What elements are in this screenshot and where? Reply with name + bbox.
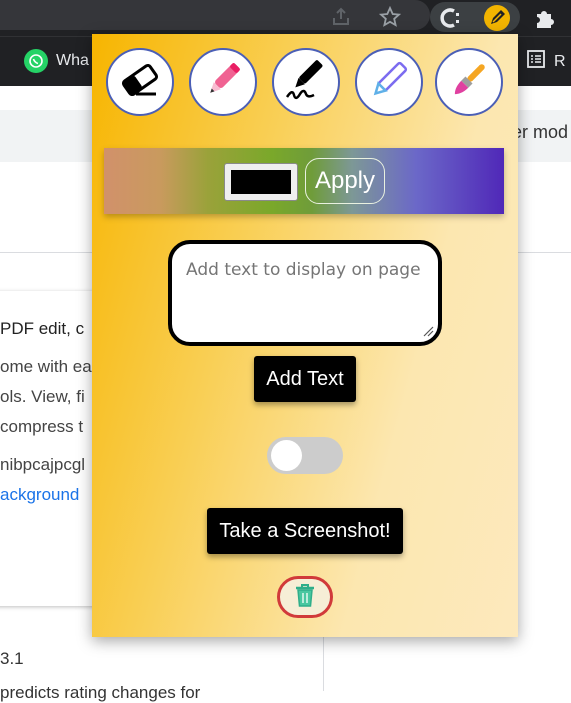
- take-screenshot-button[interactable]: Take a Screenshot!: [207, 508, 403, 554]
- draw-mode-toggle[interactable]: [267, 437, 343, 474]
- extension-c-icon[interactable]: [432, 0, 468, 36]
- textarea-resize-handle[interactable]: [422, 324, 434, 337]
- add-text-button[interactable]: Add Text: [254, 356, 356, 402]
- pencil-tool-button[interactable]: [355, 48, 423, 116]
- highlighter-tool-button[interactable]: [189, 48, 257, 116]
- toggle-knob: [271, 440, 302, 471]
- paint-brush-tool-button[interactable]: [435, 48, 503, 116]
- card-line: ols. View, fi: [0, 387, 85, 406]
- pencil-icon: [367, 58, 411, 107]
- page-text-right: er mod: [512, 122, 569, 142]
- signature-pen-icon: [283, 57, 329, 108]
- drawing-extension-popup: Apply Add Text Take a Screenshot!: [92, 34, 518, 637]
- eraser-tool-button[interactable]: [106, 48, 174, 116]
- paint-brush-icon: [447, 58, 491, 107]
- star-icon[interactable]: [378, 5, 402, 28]
- bookmark-reading-list[interactable]: R: [526, 49, 566, 74]
- color-swatch: [231, 170, 291, 194]
- pen-extension-icon[interactable]: [479, 0, 515, 36]
- reading-list-icon: [526, 49, 546, 74]
- card-line: ome with ea: [0, 357, 92, 376]
- card-line: compress t: [0, 417, 84, 436]
- page-bottom-text: predicts rating changes for: [0, 683, 201, 702]
- signature-pen-tool-button[interactable]: [272, 48, 340, 116]
- trash-icon: [294, 582, 316, 613]
- card-link[interactable]: ackground: [0, 485, 79, 505]
- version-text: 3.1: [0, 649, 24, 668]
- card-line: nibpcajpcgl: [0, 455, 86, 474]
- eraser-icon: [118, 58, 162, 107]
- address-bar[interactable]: [0, 0, 430, 30]
- color-input[interactable]: [224, 163, 298, 201]
- clear-drawing-button[interactable]: [277, 576, 333, 618]
- apply-color-button[interactable]: Apply: [305, 158, 385, 204]
- pink-pen-icon: [201, 58, 245, 107]
- bookmark-whatsapp[interactable]: Wha: [24, 49, 89, 73]
- bookmark-label: Wha: [56, 52, 89, 69]
- color-picker-bar: Apply: [104, 148, 504, 214]
- card-line: PDF edit, c: [0, 319, 85, 338]
- share-icon[interactable]: [330, 6, 352, 28]
- bookmark-label: R: [554, 52, 566, 70]
- whatsapp-icon: [24, 49, 48, 73]
- puzzle-icon[interactable]: [527, 0, 563, 36]
- page-text-input[interactable]: [168, 240, 442, 346]
- browser-toolbar: [0, 0, 571, 36]
